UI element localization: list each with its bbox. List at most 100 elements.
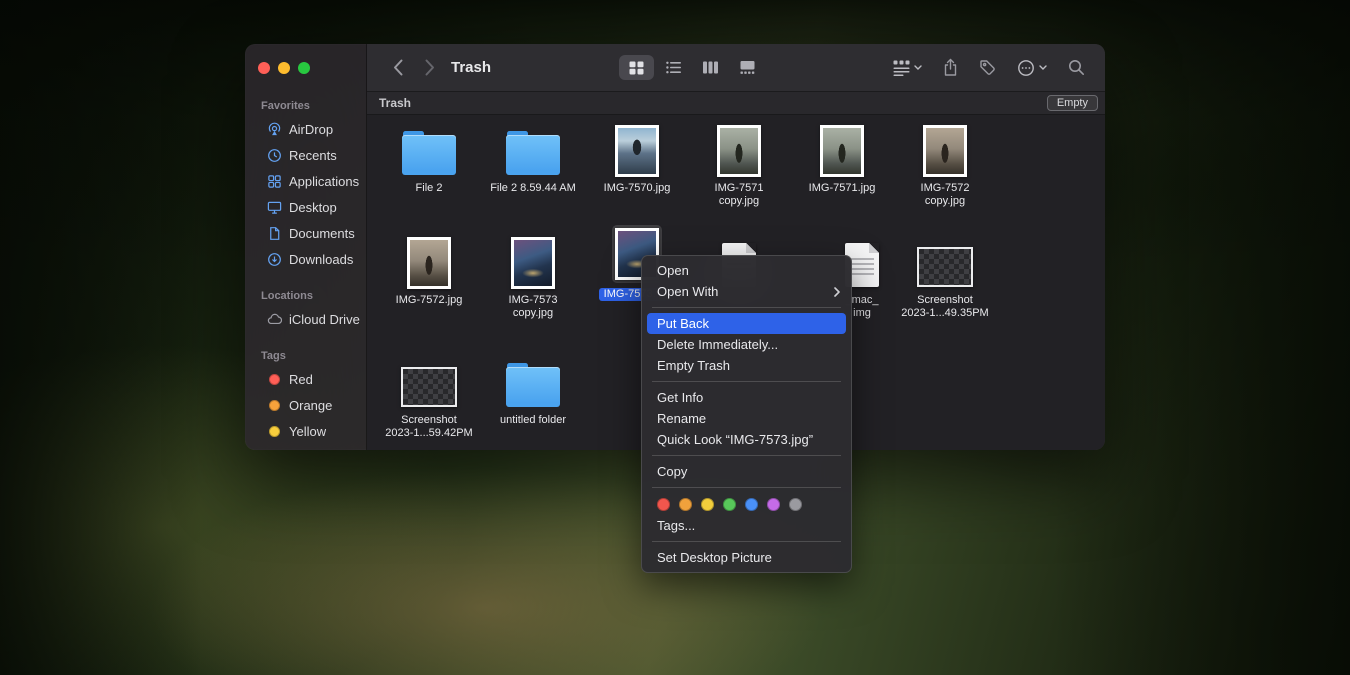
sidebar-item-applications[interactable]: Applications: [251, 168, 360, 194]
search-button[interactable]: [1068, 59, 1085, 76]
menu-item-tags[interactable]: Tags...: [647, 515, 846, 536]
close-button[interactable]: [258, 62, 270, 74]
airdrop-icon: [266, 122, 282, 137]
list-view-icon: [666, 61, 681, 74]
file-label: IMG-7571 copy.jpg: [710, 182, 769, 208]
window-controls: [245, 62, 366, 74]
menu-item-set-desktop-picture[interactable]: Set Desktop Picture: [647, 547, 846, 568]
red-tag-dot-icon: [266, 374, 282, 385]
sidebar-item-tag-yellow[interactable]: Yellow: [251, 418, 360, 444]
group-by-icon: [893, 60, 910, 76]
file-label: Screenshot 2023-1...49.35PM: [896, 294, 993, 320]
sidebar-item-label: Recents: [289, 148, 337, 163]
file-label: File 2: [411, 182, 448, 195]
tag-blue-icon[interactable]: [745, 498, 758, 511]
menu-item-open-with[interactable]: Open With: [647, 281, 846, 302]
file-label: IMG-7570.jpg: [599, 182, 676, 195]
submenu-arrow-icon: [834, 287, 840, 297]
sidebar-item-label: Yellow: [289, 424, 326, 439]
file-item[interactable]: IMG-7572 copy.jpg: [893, 117, 997, 208]
file-item[interactable]: File 2 8.59.44 AM: [481, 117, 585, 195]
path-location: Trash: [379, 96, 411, 110]
view-switcher: [619, 55, 765, 80]
tag-purple-icon[interactable]: [767, 498, 780, 511]
sidebar-item-label: AirDrop: [289, 122, 333, 137]
file-label: Screenshot 2023-1...59.42PM: [380, 414, 477, 440]
menu-item-delete-immediately[interactable]: Delete Immediately...: [647, 334, 846, 355]
context-menu: Open Open With Put Back Delete Immediate…: [641, 255, 852, 573]
menu-item-label: Set Desktop Picture: [653, 550, 772, 565]
photo-thumbnail-icon: [820, 125, 864, 177]
menu-item-rename[interactable]: Rename: [647, 408, 846, 429]
photo-thumbnail-icon: [923, 125, 967, 177]
menu-tag-colors: [642, 493, 851, 515]
search-icon: [1068, 59, 1085, 76]
yellow-tag-dot-icon: [266, 426, 282, 437]
sidebar-item-tag-red[interactable]: Red: [251, 366, 360, 392]
menu-item-open[interactable]: Open: [647, 260, 846, 281]
menu-item-label: Quick Look “IMG-7573.jpg”: [653, 432, 813, 447]
file-item[interactable]: Screenshot 2023-1...49.35PM: [893, 229, 997, 320]
file-item[interactable]: Screenshot 2023-1...59.42PM: [377, 349, 481, 440]
file-item[interactable]: untitled folder: [481, 349, 585, 427]
screenshot-thumbnail-icon: [917, 247, 973, 287]
sidebar-item-icloud-drive[interactable]: iCloud Drive: [251, 306, 360, 332]
forward-button[interactable]: [425, 59, 435, 76]
sidebar-item-downloads[interactable]: Downloads: [251, 246, 360, 272]
share-button[interactable]: [943, 58, 958, 77]
menu-item-label: Delete Immediately...: [653, 337, 778, 352]
sidebar-item-label: Orange: [289, 398, 332, 413]
sidebar-item-tag-green[interactable]: Green: [251, 444, 360, 450]
folder-icon: [506, 135, 560, 175]
gallery-view-button[interactable]: [730, 55, 765, 80]
menu-item-get-info[interactable]: Get Info: [647, 387, 846, 408]
group-button[interactable]: [893, 60, 922, 76]
file-item[interactable]: IMG-7571.jpg: [790, 117, 894, 195]
folder-icon: [402, 135, 456, 175]
file-item[interactable]: IMG-7570.jpg: [585, 117, 689, 195]
file-item[interactable]: IMG-7572.jpg: [377, 229, 481, 307]
tag-yellow-icon[interactable]: [701, 498, 714, 511]
sidebar-item-documents[interactable]: Documents: [251, 220, 360, 246]
screenshot-thumbnail-icon: [401, 367, 457, 407]
empty-trash-button[interactable]: Empty: [1047, 95, 1098, 111]
menu-item-empty-trash[interactable]: Empty Trash: [647, 355, 846, 376]
file-item[interactable]: File 2: [377, 117, 481, 195]
menu-item-label: Open: [653, 263, 689, 278]
list-view-button[interactable]: [656, 55, 691, 80]
menu-separator: [652, 455, 841, 456]
icon-view-button[interactable]: [619, 55, 654, 80]
sidebar-section-locations: Locations: [245, 290, 366, 302]
file-label: File 2 8.59.44 AM: [485, 182, 581, 195]
sidebar-item-airdrop[interactable]: AirDrop: [251, 116, 360, 142]
menu-item-put-back[interactable]: Put Back: [647, 313, 846, 334]
sidebar-section-favorites: Favorites: [245, 100, 366, 112]
column-view-button[interactable]: [693, 55, 728, 80]
tag-gray-icon[interactable]: [789, 498, 802, 511]
tag-red-icon[interactable]: [657, 498, 670, 511]
toolbar: Trash: [367, 44, 1105, 92]
chevron-right-icon: [425, 59, 435, 76]
tag-orange-icon[interactable]: [679, 498, 692, 511]
minimize-button[interactable]: [278, 62, 290, 74]
pathbar: Trash Empty: [367, 92, 1105, 115]
document-icon: [266, 226, 282, 241]
zoom-button[interactable]: [298, 62, 310, 74]
file-item[interactable]: IMG-7571 copy.jpg: [687, 117, 791, 208]
tag-green-icon[interactable]: [723, 498, 736, 511]
sidebar-section-tags: Tags: [245, 350, 366, 362]
sidebar-item-recents[interactable]: Recents: [251, 142, 360, 168]
applications-grid-icon: [266, 174, 282, 189]
sidebar-item-desktop[interactable]: Desktop: [251, 194, 360, 220]
monitor-icon: [266, 200, 282, 215]
file-item[interactable]: IMG-7573 copy.jpg: [481, 229, 585, 320]
sidebar-item-tag-orange[interactable]: Orange: [251, 392, 360, 418]
tags-button[interactable]: [979, 59, 996, 76]
back-button[interactable]: [393, 59, 403, 76]
folder-icon: [506, 367, 560, 407]
desktop-wallpaper[interactable]: Favorites AirDrop Recents Applications D…: [0, 0, 1350, 675]
photo-thumbnail-icon: [511, 237, 555, 289]
menu-item-copy[interactable]: Copy: [647, 461, 846, 482]
more-actions-button[interactable]: [1017, 59, 1047, 77]
menu-item-quick-look[interactable]: Quick Look “IMG-7573.jpg”: [647, 429, 846, 450]
